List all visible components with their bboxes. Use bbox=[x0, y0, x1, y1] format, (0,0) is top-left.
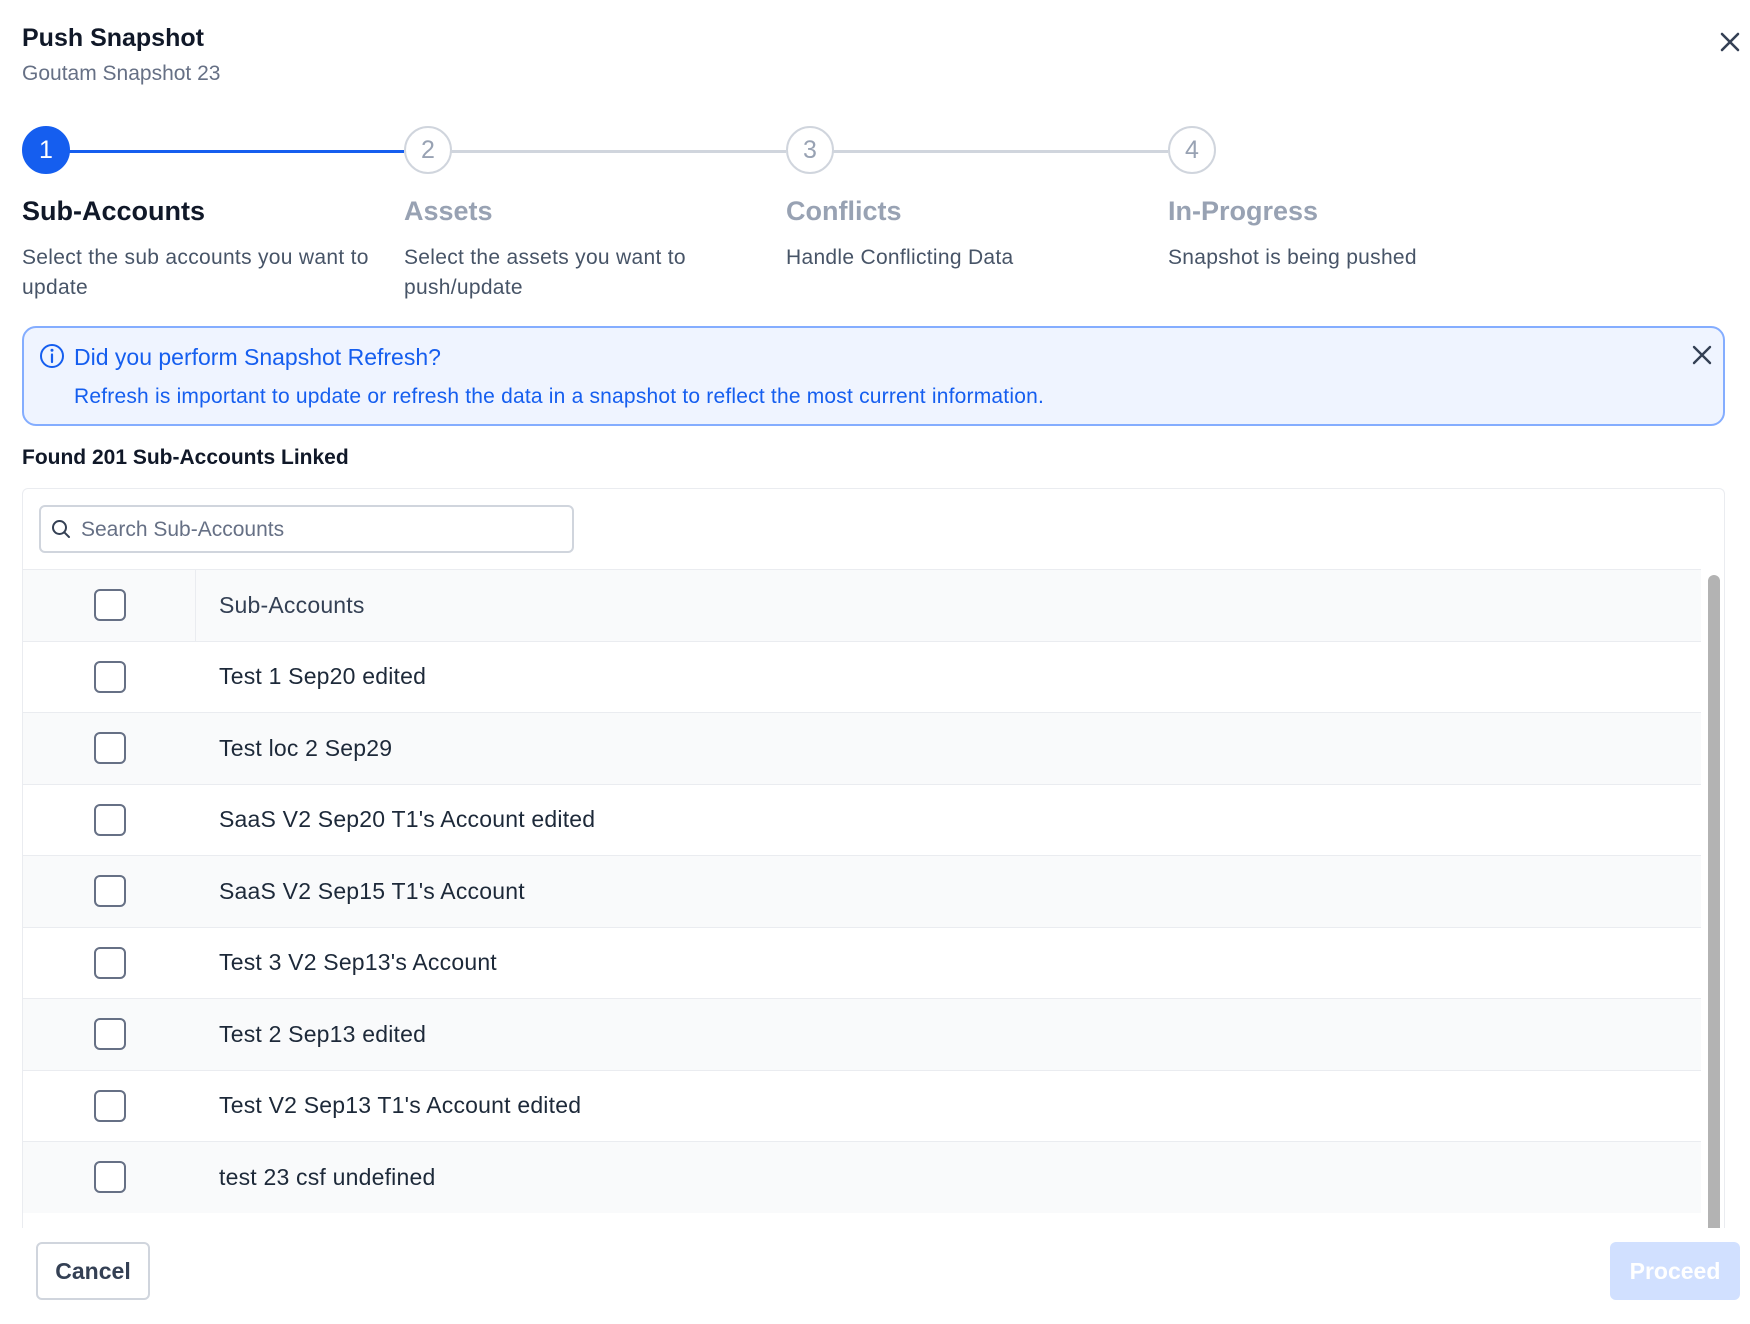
sub-account-name: Test 1 Sep20 edited bbox=[219, 663, 427, 690]
close-modal-icon[interactable] bbox=[1716, 28, 1744, 56]
row-check-cell bbox=[23, 642, 195, 713]
row-checkbox[interactable] bbox=[94, 803, 126, 836]
cancel-button[interactable]: Cancel bbox=[36, 1242, 150, 1300]
sub-account-name: Test 2 Sep13 edited bbox=[219, 1020, 427, 1047]
sub-account-name: SaaS V2 Sep15 T1's Account bbox=[219, 877, 525, 904]
select-all-checkbox[interactable] bbox=[94, 589, 126, 622]
table-row[interactable]: Test loc 2 Sep29 bbox=[23, 712, 1701, 784]
step-number-circle: 4 bbox=[1168, 126, 1216, 174]
select-all-cell bbox=[23, 570, 196, 641]
row-check-cell bbox=[23, 785, 195, 856]
stepper: 1 Sub-Accounts Select the sub accounts y… bbox=[22, 126, 1712, 299]
table-grid: Sub-Accounts Test 1 Sep20 edited Test lo… bbox=[23, 569, 1701, 1213]
step-number-circle: 2 bbox=[404, 126, 452, 174]
search-box bbox=[39, 505, 574, 553]
table-row[interactable]: Test 1 Sep20 edited bbox=[23, 640, 1701, 713]
row-check-cell bbox=[23, 856, 195, 927]
modal-subtitle: Goutam Snapshot 23 bbox=[22, 62, 221, 85]
sub-account-name: Test loc 2 Sep29 bbox=[219, 734, 393, 761]
modal-footer: Cancel Proceed bbox=[0, 1228, 1750, 1324]
table-scrollbar[interactable] bbox=[1701, 569, 1724, 1228]
sub-account-name: Test V2 Sep13 T1's Account edited bbox=[219, 1092, 582, 1119]
row-checkbox[interactable] bbox=[94, 1161, 126, 1194]
row-checkbox[interactable] bbox=[94, 732, 126, 765]
step-number-circle: 1 bbox=[22, 126, 70, 174]
step-title: Assets bbox=[404, 196, 493, 226]
modal-title: Push Snapshot bbox=[22, 24, 204, 52]
row-checkbox[interactable] bbox=[94, 1018, 126, 1051]
table-row[interactable]: SaaS V2 Sep15 T1's Account bbox=[23, 855, 1701, 927]
step-conflicts: 3 Conflicts Handle Conflicting Data bbox=[786, 126, 1186, 273]
table-row[interactable]: Test V2 Sep13 T1's Account edited bbox=[23, 1069, 1701, 1142]
step-description: Handle Conflicting Data bbox=[786, 246, 1014, 269]
table-row[interactable]: test 23 csf undefined bbox=[23, 1141, 1701, 1213]
dismiss-alert-icon[interactable] bbox=[1688, 341, 1716, 369]
step-number-circle: 3 bbox=[786, 126, 834, 174]
search-icon bbox=[52, 520, 70, 538]
row-checkbox[interactable] bbox=[94, 1089, 126, 1122]
table-header-row: Sub-Accounts bbox=[23, 569, 1701, 641]
column-header-sub-accounts: Sub-Accounts bbox=[219, 591, 365, 618]
push-snapshot-modal: Push Snapshot Goutam Snapshot 23 1 Sub-A… bbox=[0, 0, 1750, 1324]
row-checkbox[interactable] bbox=[94, 875, 126, 908]
row-check-cell bbox=[23, 713, 195, 784]
row-check-cell bbox=[23, 928, 195, 999]
step-title: In-Progress bbox=[1168, 196, 1319, 226]
step-in-progress: 4 In-Progress Snapshot is being pushed bbox=[1168, 126, 1568, 273]
step-title: Sub-Accounts bbox=[22, 196, 206, 226]
row-checkbox[interactable] bbox=[94, 660, 126, 693]
search-input[interactable] bbox=[79, 511, 563, 549]
found-count-label: Found 201 Sub-Accounts Linked bbox=[22, 446, 349, 469]
table-row[interactable]: Test 3 V2 Sep13's Account bbox=[23, 926, 1701, 999]
alert-title: Did you perform Snapshot Refresh? bbox=[74, 344, 441, 370]
row-checkbox[interactable] bbox=[94, 946, 126, 979]
step-description: Snapshot is being pushed bbox=[1168, 246, 1417, 269]
row-check-cell bbox=[23, 1142, 195, 1213]
table-row[interactable]: SaaS V2 Sep20 T1's Account edited bbox=[23, 783, 1701, 856]
alert-body: Refresh is important to update or refres… bbox=[74, 385, 1044, 408]
step-assets: 2 Assets Select the assets you want to p… bbox=[404, 126, 804, 303]
row-check-cell bbox=[23, 999, 195, 1070]
sub-account-name: test 23 csf undefined bbox=[219, 1163, 436, 1190]
proceed-button[interactable]: Proceed bbox=[1610, 1242, 1740, 1300]
table-row[interactable]: Test 2 Sep13 edited bbox=[23, 998, 1701, 1070]
step-description: Select the assets you want to push/updat… bbox=[404, 246, 686, 299]
sub-account-name: SaaS V2 Sep20 T1's Account edited bbox=[219, 806, 596, 833]
info-circle-icon bbox=[40, 344, 64, 368]
row-check-cell bbox=[23, 1071, 195, 1142]
step-sub-accounts: 1 Sub-Accounts Select the sub accounts y… bbox=[22, 126, 422, 303]
step-title: Conflicts bbox=[786, 196, 902, 226]
scrollbar-thumb[interactable] bbox=[1708, 575, 1720, 1228]
sub-accounts-table: Sub-Accounts Test 1 Sep20 edited Test lo… bbox=[22, 488, 1725, 1228]
snapshot-refresh-alert: Did you perform Snapshot Refresh? Refres… bbox=[22, 326, 1725, 426]
sub-account-name: Test 3 V2 Sep13's Account bbox=[219, 949, 497, 976]
step-description: Select the sub accounts you want to upda… bbox=[22, 246, 369, 299]
